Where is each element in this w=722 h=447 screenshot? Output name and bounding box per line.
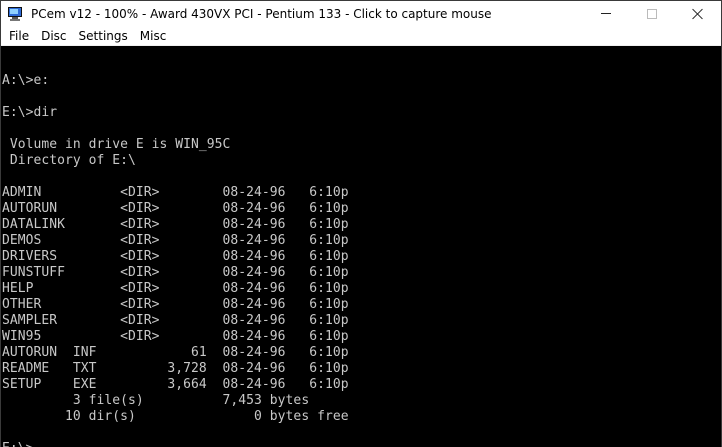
console-line: 3 file(s) 7,453 bytes: [2, 393, 310, 408]
console-line: DATALINK <DIR> 08-24-96 6:10p: [2, 217, 349, 232]
console-line: SAMPLER <DIR> 08-24-96 6:10p: [2, 313, 349, 328]
pcem-monitor-icon: [7, 6, 23, 22]
console-line: E:\>dir: [2, 105, 58, 120]
console-line: DRIVERS <DIR> 08-24-96 6:10p: [2, 249, 349, 264]
console-line: ADMIN <DIR> 08-24-96 6:10p: [2, 185, 349, 200]
console-line: HELP <DIR> 08-24-96 6:10p: [2, 281, 349, 296]
minimize-icon: [601, 13, 611, 14]
console-line: FUNSTUFF <DIR> 08-24-96 6:10p: [2, 265, 349, 280]
console-line: 10 dir(s) 0 bytes free: [2, 409, 349, 424]
console-line: Directory of E:\: [2, 153, 136, 168]
minimize-button[interactable]: [583, 1, 629, 26]
console-line: AUTORUN INF 61 08-24-96 6:10p: [2, 345, 349, 360]
console-line: SETUP EXE 3,664 08-24-96 6:10p: [2, 377, 349, 392]
menu-file[interactable]: File: [3, 26, 35, 46]
console-line: E:\>: [2, 441, 349, 447]
close-button[interactable]: [675, 1, 721, 26]
maximize-icon: [647, 8, 657, 19]
console-line: README TXT 3,728 08-24-96 6:10p: [2, 361, 349, 376]
console-line: A:\>e:: [2, 73, 50, 88]
menu-misc[interactable]: Misc: [134, 26, 173, 46]
maximize-button[interactable]: [629, 1, 675, 26]
window-controls: [583, 1, 721, 26]
dos-console-output: A:\>e: E:\>dir Volume in drive E is WIN_9…: [2, 57, 349, 447]
window-title: PCem v12 - 100% - Award 430VX PCI - Pent…: [31, 6, 492, 21]
emulator-screen[interactable]: A:\>e: E:\>dir Volume in drive E is WIN_9…: [1, 47, 721, 447]
console-line: AUTORUN <DIR> 08-24-96 6:10p: [2, 201, 349, 216]
menu-bar: File Disc Settings Misc: [1, 26, 721, 46]
close-icon: [692, 8, 704, 20]
console-line: OTHER <DIR> 08-24-96 6:10p: [2, 297, 349, 312]
menu-settings[interactable]: Settings: [73, 26, 134, 46]
title-bar[interactable]: PCem v12 - 100% - Award 430VX PCI - Pent…: [1, 1, 721, 26]
menu-disc[interactable]: Disc: [35, 26, 72, 46]
console-line: DEMOS <DIR> 08-24-96 6:10p: [2, 233, 349, 248]
console-line: WIN95 <DIR> 08-24-96 6:10p: [2, 329, 349, 344]
pcem-window: PCem v12 - 100% - Award 430VX PCI - Pent…: [0, 0, 722, 447]
console-line: Volume in drive E is WIN_95C: [2, 137, 231, 152]
